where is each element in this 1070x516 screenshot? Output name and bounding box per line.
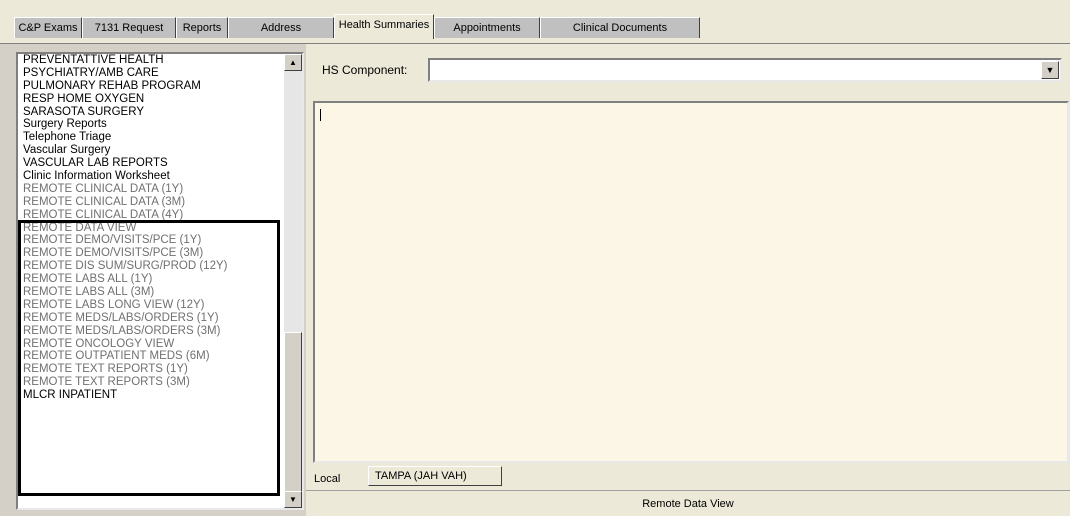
tab-strip: C&P Exams 7131 Request Reports Address H… <box>0 0 1070 44</box>
text-caret <box>320 109 321 121</box>
scroll-down-button[interactable]: ▼ <box>284 491 302 508</box>
scrollbar-thumb[interactable] <box>284 332 302 502</box>
remote-list-item[interactable]: REMOTE CLINICAL DATA (3M) <box>18 196 282 209</box>
tab-clinical-documents[interactable]: Clinical Documents <box>540 17 700 38</box>
list-item[interactable]: Clinic Information Worksheet <box>18 170 282 183</box>
status-bar: Remote Data View <box>306 490 1070 516</box>
dropdown-arrow-icon[interactable]: ▼ <box>1041 61 1059 79</box>
list-item[interactable]: VASCULAR LAB REPORTS <box>18 157 282 170</box>
scroll-up-button[interactable]: ▲ <box>284 54 302 71</box>
list-scrollbar[interactable]: ▲ ▼ <box>284 54 302 508</box>
local-label[interactable]: Local <box>314 470 340 490</box>
report-text-area[interactable] <box>313 101 1069 463</box>
hs-component-label: HS Component: <box>322 63 408 77</box>
list-item[interactable]: Vascular Surgery <box>18 144 282 157</box>
tab-7131-request[interactable]: 7131 Request <box>82 17 176 38</box>
tab-address[interactable]: Address <box>228 17 334 38</box>
tab-remote-site[interactable]: TAMPA (JAH VAH) <box>368 466 502 486</box>
list-item[interactable]: PSYCHIATRY/AMB CARE <box>18 67 282 80</box>
tab-appointments[interactable]: Appointments <box>434 17 540 38</box>
tab-reports[interactable]: Reports <box>176 17 228 38</box>
tab-cp-exams[interactable]: C&P Exams <box>14 17 82 38</box>
list-item[interactable]: PULMONARY REHAB PROGRAM <box>18 80 282 93</box>
list-item[interactable]: Telephone Triage <box>18 131 282 144</box>
remote-list-item[interactable]: REMOTE CLINICAL DATA (1Y) <box>18 183 282 196</box>
hs-component-dropdown[interactable]: ▼ <box>428 58 1062 82</box>
remote-items-highlight-box <box>18 220 280 496</box>
tab-health-summaries[interactable]: Health Summaries <box>334 14 434 39</box>
health-summary-panel: HS Component: ▼ Local TAMPA (JAH VAH) Re… <box>306 44 1070 516</box>
list-item[interactable]: PREVENTATTIVE HEALTH <box>18 54 282 67</box>
list-item[interactable]: Surgery Reports <box>18 118 282 131</box>
list-item[interactable]: SARASOTA SURGERY <box>18 106 282 119</box>
list-item[interactable]: RESP HOME OXYGEN <box>18 93 282 106</box>
